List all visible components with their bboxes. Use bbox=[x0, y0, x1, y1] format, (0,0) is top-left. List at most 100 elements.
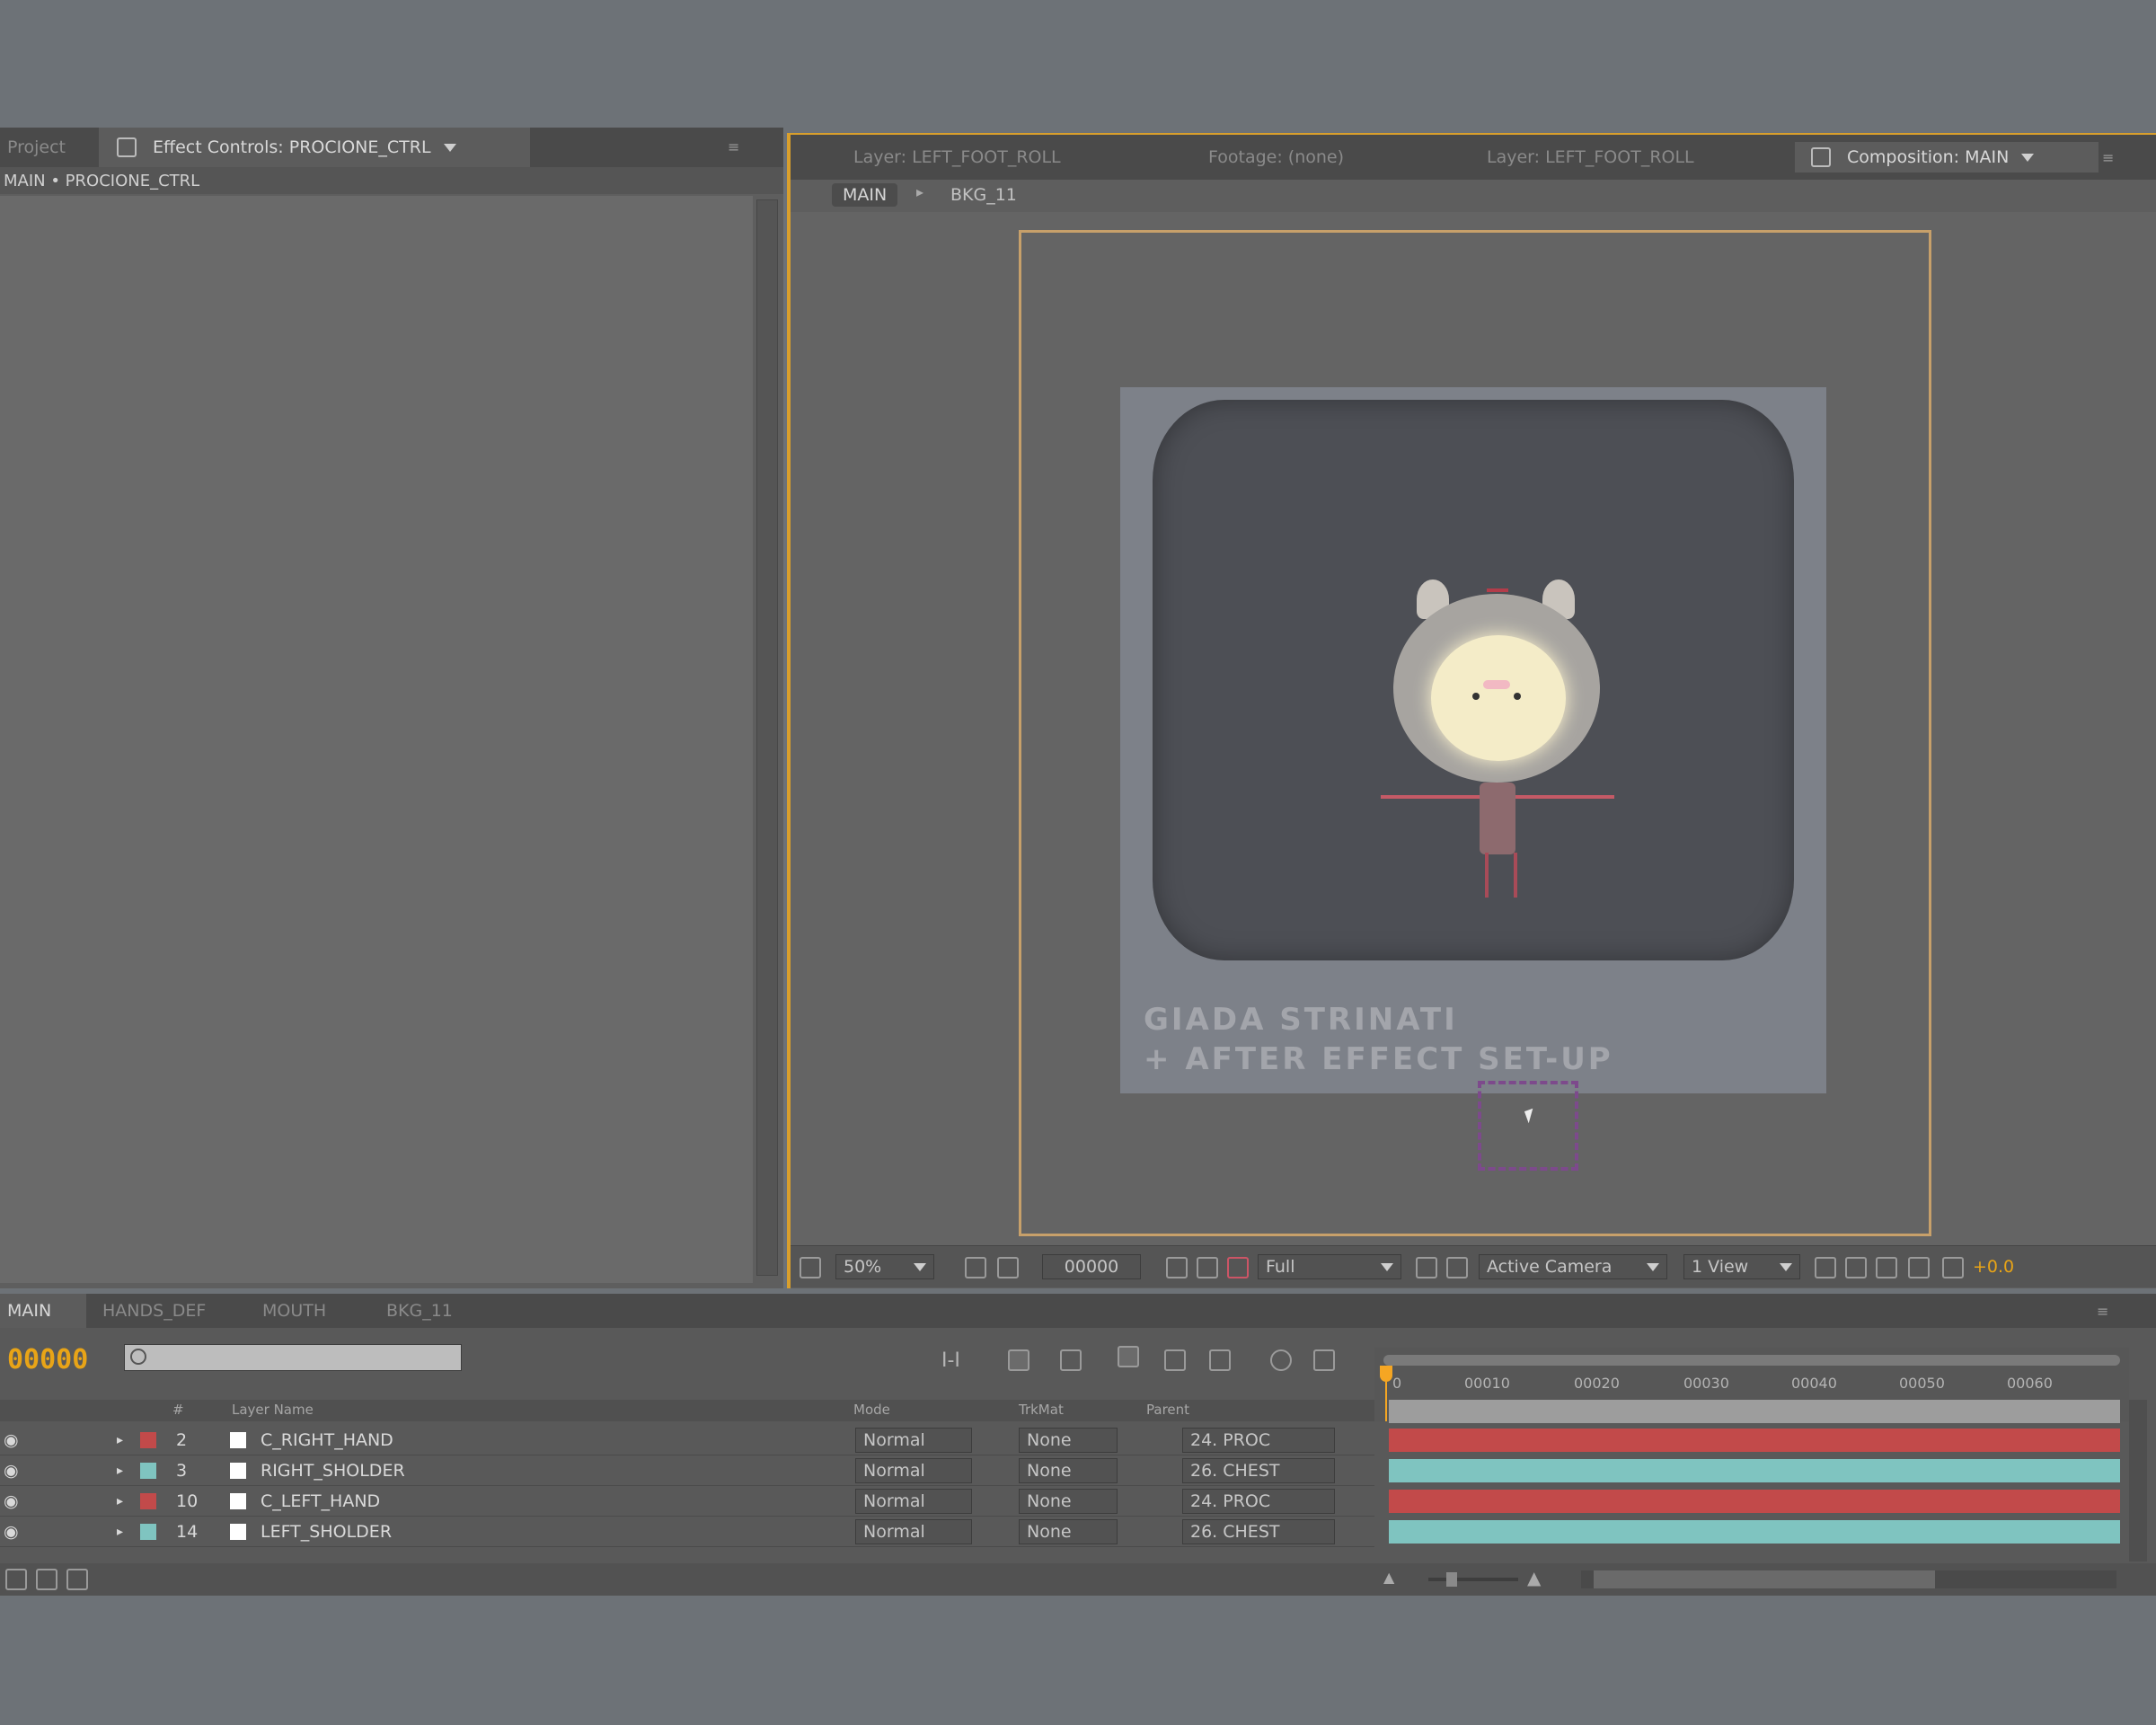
expand-twirl-icon[interactable]: ▸ bbox=[117, 1455, 123, 1485]
flow-next-comp[interactable]: BKG_11 bbox=[950, 185, 1017, 205]
tab-timeline-bkg[interactable]: BKG_11 bbox=[386, 1294, 453, 1328]
camera-select[interactable]: Active Camera bbox=[1479, 1254, 1667, 1279]
parent-select[interactable]: 24. PROC bbox=[1182, 1486, 1335, 1516]
work-area-bar[interactable] bbox=[1383, 1355, 2120, 1366]
layer-name[interactable]: C_LEFT_HAND bbox=[261, 1486, 380, 1516]
tab-timeline-main[interactable]: MAIN bbox=[0, 1294, 86, 1328]
brainstorm-icon[interactable] bbox=[1270, 1349, 1292, 1371]
live-update-icon[interactable] bbox=[1008, 1349, 1029, 1371]
expand-twirl-icon[interactable]: ▸ bbox=[117, 1486, 123, 1516]
panel-menu-icon[interactable]: ≡ bbox=[728, 138, 751, 155]
zoom-slider[interactable] bbox=[1428, 1572, 1518, 1587]
trkmat-select[interactable]: None bbox=[1019, 1486, 1118, 1516]
lock-icon[interactable] bbox=[1811, 147, 1831, 167]
layer-duration-bar[interactable] bbox=[1389, 1520, 2120, 1544]
tab-layer-left-foot-roll-2[interactable]: Layer: LEFT_FOOT_ROLL bbox=[1487, 144, 1694, 171]
layer-duration-bar[interactable] bbox=[1389, 1429, 2120, 1452]
tab-composition-main[interactable]: Composition: MAIN bbox=[1795, 142, 2099, 172]
mode-select[interactable]: Normal bbox=[855, 1517, 972, 1546]
zoom-slider-thumb[interactable] bbox=[1446, 1572, 1457, 1587]
resolution-select[interactable]: Full bbox=[1258, 1254, 1401, 1279]
panel-menu-icon[interactable]: ≡ bbox=[2097, 1303, 2120, 1320]
view-layout-select[interactable]: 1 View bbox=[1683, 1254, 1800, 1279]
graph-editor-icon[interactable] bbox=[1313, 1349, 1335, 1371]
parent-select[interactable]: 26. CHEST bbox=[1182, 1455, 1335, 1485]
tab-timeline-hands-def[interactable]: HANDS_DEF bbox=[102, 1294, 206, 1328]
draft-3d-icon[interactable] bbox=[1060, 1349, 1082, 1371]
layer-name[interactable]: RIGHT_SHOLDER bbox=[261, 1455, 405, 1485]
flowchart-icon[interactable] bbox=[1908, 1257, 1930, 1278]
scrollbar-thumb[interactable] bbox=[1594, 1570, 1935, 1588]
timecode-field[interactable]: 00000 bbox=[1042, 1254, 1141, 1279]
label-color[interactable] bbox=[140, 1517, 156, 1546]
zoom-select[interactable]: 50% bbox=[835, 1254, 934, 1279]
toggle-modes-icon[interactable] bbox=[36, 1569, 57, 1590]
zoom-in-icon[interactable]: ▲ bbox=[1527, 1567, 1541, 1588]
visibility-eye-icon[interactable]: ◉ bbox=[4, 1486, 19, 1516]
panel-menu-icon[interactable]: ≡ bbox=[2102, 149, 2125, 166]
trkmat-select[interactable]: None bbox=[1019, 1425, 1118, 1455]
layer-name[interactable]: LEFT_SHOLDER bbox=[261, 1517, 392, 1546]
current-time-indicator[interactable] bbox=[1380, 1366, 1392, 1382]
parent-select[interactable]: 26. CHEST bbox=[1182, 1517, 1335, 1546]
table-row[interactable]: ◉ ▸ 10 C_LEFT_HAND Normal None 24. PROC bbox=[0, 1486, 1374, 1517]
parent-select[interactable]: 24. PROC bbox=[1182, 1425, 1335, 1455]
show-snapshot-icon[interactable] bbox=[1197, 1257, 1218, 1278]
exposure-value[interactable]: +0.0 bbox=[1973, 1257, 2014, 1277]
timeline-link-icon[interactable] bbox=[1876, 1257, 1897, 1278]
toggle-switches-icon[interactable] bbox=[5, 1569, 27, 1590]
layer-duration-bar[interactable] bbox=[1389, 1490, 2120, 1513]
trkmat-select[interactable]: None bbox=[1019, 1455, 1118, 1485]
timeline-horizontal-scrollbar[interactable] bbox=[1581, 1570, 2116, 1588]
chevron-down-icon[interactable] bbox=[2021, 153, 2035, 162]
snapshot-camera-icon[interactable] bbox=[1166, 1257, 1188, 1278]
tab-project[interactable]: Project bbox=[7, 128, 66, 167]
zoom-out-icon[interactable]: ▲ bbox=[1383, 1569, 1394, 1586]
visibility-eye-icon[interactable]: ◉ bbox=[4, 1425, 19, 1455]
exposure-reset-icon[interactable] bbox=[1942, 1257, 1964, 1278]
mode-select[interactable]: Normal bbox=[855, 1425, 972, 1455]
layer-name[interactable]: C_RIGHT_HAND bbox=[261, 1425, 393, 1455]
flow-current-comp[interactable]: MAIN bbox=[832, 183, 898, 207]
expand-twirl-icon[interactable]: ▸ bbox=[117, 1425, 123, 1455]
visibility-eye-icon[interactable]: ◉ bbox=[4, 1455, 19, 1485]
mode-select[interactable]: Normal bbox=[855, 1455, 972, 1485]
transparency-grid-icon[interactable] bbox=[1446, 1257, 1468, 1278]
tab-timeline-mouth[interactable]: MOUTH bbox=[262, 1294, 326, 1328]
visibility-eye-icon[interactable]: ◉ bbox=[4, 1517, 19, 1546]
label-color[interactable] bbox=[140, 1425, 156, 1455]
breadcrumb: MAIN • PROCIONE_CTRL bbox=[0, 167, 783, 194]
expand-twirl-icon[interactable]: ▸ bbox=[117, 1517, 123, 1546]
trkmat-select[interactable]: None bbox=[1019, 1517, 1118, 1546]
toggle-pixel-aspect-icon[interactable] bbox=[1815, 1257, 1836, 1278]
search-input[interactable] bbox=[124, 1344, 462, 1371]
tab-effect-controls[interactable]: Effect Controls: PROCIONE_CTRL bbox=[99, 128, 530, 167]
fast-previews-icon[interactable] bbox=[1845, 1257, 1867, 1278]
frame-blending-icon[interactable] bbox=[1164, 1349, 1186, 1371]
comp-mini-flowchart-icon[interactable]: I-I bbox=[941, 1349, 960, 1372]
label-color[interactable] bbox=[140, 1486, 156, 1516]
mode-select[interactable]: Normal bbox=[855, 1486, 972, 1516]
toggle-in-out-icon[interactable] bbox=[66, 1569, 88, 1590]
safe-zones-icon[interactable] bbox=[965, 1257, 986, 1278]
table-row[interactable]: ◉ ▸ 3 RIGHT_SHOLDER Normal None 26. CHES… bbox=[0, 1455, 1374, 1486]
lock-icon[interactable] bbox=[117, 137, 137, 157]
timeline-vertical-scrollbar[interactable] bbox=[2129, 1400, 2147, 1561]
vertical-scrollbar[interactable] bbox=[756, 199, 778, 1276]
table-row[interactable]: ◉ ▸ 2 C_RIGHT_HAND Normal None 24. PROC bbox=[0, 1425, 1374, 1455]
chevron-down-icon[interactable] bbox=[443, 143, 456, 152]
composition-canvas-area[interactable]: GIADA STRINATI + AFTER EFFECT SET-UP bbox=[791, 212, 2156, 1245]
mask-visibility-icon[interactable] bbox=[997, 1257, 1019, 1278]
label-color[interactable] bbox=[140, 1455, 156, 1485]
always-preview-icon[interactable] bbox=[800, 1257, 821, 1278]
layer-duration-bar[interactable] bbox=[1389, 1459, 2120, 1482]
region-of-interest-icon[interactable] bbox=[1416, 1257, 1437, 1278]
null-control-object[interactable] bbox=[1478, 1081, 1578, 1171]
tab-footage[interactable]: Footage: (none) bbox=[1208, 144, 1344, 171]
shy-layers-icon[interactable] bbox=[1118, 1346, 1139, 1367]
color-channels-icon[interactable] bbox=[1227, 1257, 1249, 1278]
current-time-display[interactable]: 00000 bbox=[7, 1344, 88, 1376]
motion-blur-icon[interactable] bbox=[1209, 1349, 1231, 1371]
table-row[interactable]: ◉ ▸ 14 LEFT_SHOLDER Normal None 26. CHES… bbox=[0, 1517, 1374, 1547]
tab-layer-left-foot-roll[interactable]: Layer: LEFT_FOOT_ROLL bbox=[853, 144, 1061, 171]
